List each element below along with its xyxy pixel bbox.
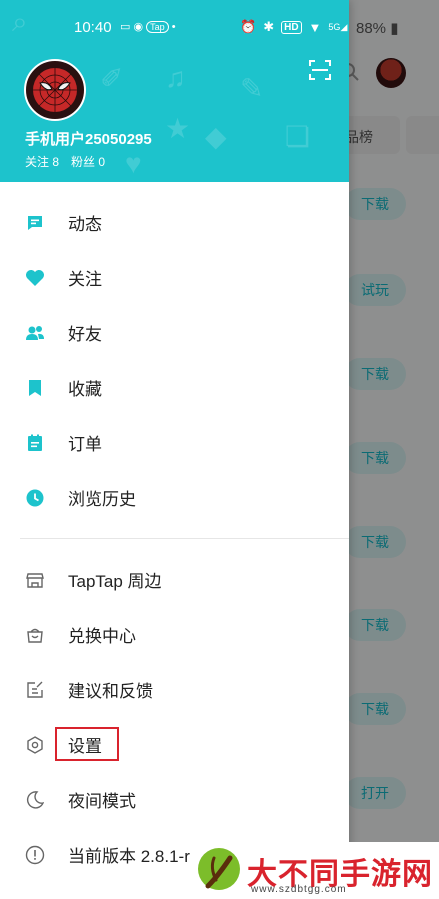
settings-icon: [25, 735, 45, 755]
message-notification-icon: ▭: [120, 21, 131, 33]
decor-pencil-icon: ✐: [100, 63, 124, 94]
battery-indicator: 88% ▮: [356, 19, 398, 37]
menu-item-settings[interactable]: 设置: [0, 717, 349, 772]
status-time: 10:40: [74, 19, 112, 36]
menu-label: 建议和反馈: [68, 682, 153, 701]
decor-heart-icon: ♥: [125, 148, 142, 179]
menu-label: 浏览历史: [68, 490, 136, 509]
gift-bag-icon: [25, 625, 45, 645]
menu-label: 兑换中心: [68, 627, 136, 646]
battery-icon: ▮: [390, 20, 399, 37]
decor-bookmark-icon: ❏: [285, 121, 311, 152]
navigation-drawer: ⌕ ♫ ✎ ★ ✐ ◆ ❏ ♥ 手机用户25050295 关注 8 粉丝 0 动…: [0, 0, 349, 899]
taptap-badge: Tap: [146, 21, 169, 33]
menu-item-following[interactable]: 关注: [0, 250, 349, 305]
menu-label: 动态: [68, 215, 102, 234]
spiderman-mask-icon: [33, 68, 77, 112]
decor-music-icon: ♫: [165, 62, 186, 93]
menu-divider: [20, 538, 349, 539]
menu-item-favorites[interactable]: 收藏: [0, 360, 349, 415]
info-icon: [25, 845, 45, 865]
username[interactable]: 手机用户25050295: [25, 128, 152, 149]
menu-item-feedback[interactable]: 建议和反馈: [0, 662, 349, 717]
menu-item-orders[interactable]: 订单: [0, 415, 349, 470]
followers-count[interactable]: 粉丝 0: [71, 153, 105, 170]
status-right-icons: ⏰ ✱ HD ▼ 5G◢: [240, 19, 347, 35]
user-avatar[interactable]: [24, 59, 86, 121]
decor-diamond-icon: ◆: [205, 121, 227, 152]
bluetooth-icon: ✱: [263, 19, 275, 34]
battery-level: 88%: [356, 20, 387, 37]
decor-star-icon: ★: [165, 113, 191, 144]
decor-gamepad-icon: ✎: [240, 73, 264, 104]
friends-icon: [25, 323, 45, 343]
menu-item-night-mode[interactable]: 夜间模式: [0, 772, 349, 827]
menu-item-history[interactable]: 浏览历史: [0, 470, 349, 525]
menu-label: TapTap 周边: [68, 572, 162, 591]
wifi-icon: ▼: [308, 19, 322, 35]
menu-label: 夜间模式: [68, 792, 136, 811]
clipboard-icon: [25, 433, 45, 453]
menu-item-moments[interactable]: 动态: [0, 195, 349, 250]
record-icon: ◉: [133, 21, 144, 33]
alarm-icon: ⏰: [240, 19, 257, 34]
hd-badge: HD: [281, 20, 302, 34]
edit-icon: [25, 680, 45, 700]
settings-highlight-box: [55, 727, 119, 761]
clock-icon: [25, 488, 45, 508]
scan-icon[interactable]: [308, 58, 332, 82]
menu-label: 好友: [68, 325, 102, 344]
menu-label: 收藏: [68, 380, 102, 399]
menu-item-friends[interactable]: 好友: [0, 305, 349, 360]
menu-item-redeem-center[interactable]: 兑换中心: [0, 607, 349, 662]
follow-stats: 关注 8 粉丝 0: [25, 153, 105, 170]
dot-icon: •: [171, 21, 176, 33]
heart-icon: [25, 268, 45, 288]
network-label: 5G: [328, 21, 341, 32]
following-count[interactable]: 关注 8: [25, 153, 59, 170]
watermark-url: www.szdbtgg.com: [251, 884, 347, 895]
menu-item-taptap-store[interactable]: TapTap 周边: [0, 552, 349, 607]
moon-icon: [25, 790, 45, 810]
status-bar: 10:40 ▭ ◉ Tap • ⏰ ✱ HD ▼ 5G◢ 88% ▮: [0, 0, 439, 56]
menu-label: 订单: [68, 435, 102, 454]
menu-label: 当前版本 2.8.1-r: [68, 847, 190, 866]
watermark-logo-icon: [198, 848, 240, 890]
status-notification-icons: ▭ ◉ Tap •: [120, 20, 176, 33]
store-icon: [25, 570, 45, 590]
message-icon: [25, 213, 45, 233]
menu-label: 关注: [68, 270, 102, 289]
bookmark-icon: [25, 378, 45, 398]
signal-icon: 5G◢: [328, 21, 348, 32]
